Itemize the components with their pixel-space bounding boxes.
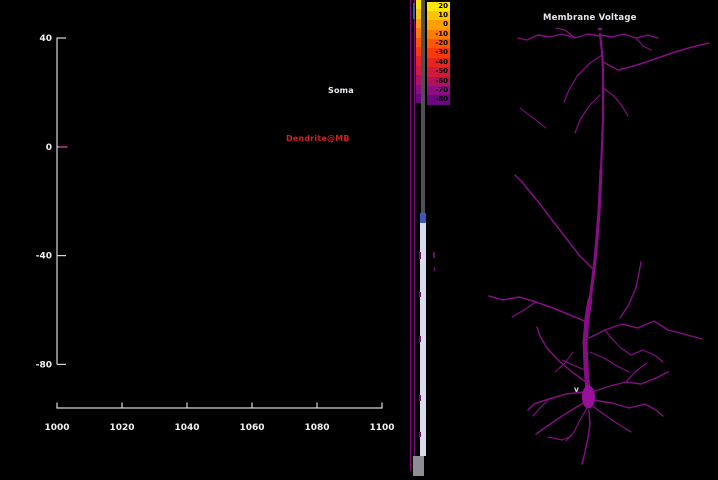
neuron-branch <box>604 329 664 363</box>
colorbar-entry: -10 <box>427 29 450 40</box>
x-tick-label: 1080 <box>304 423 329 433</box>
colorbar-entry: -50 <box>427 67 450 77</box>
neuron-branch <box>582 297 593 395</box>
mini-colorbar-block <box>415 65 421 76</box>
y-tick-label: -40 <box>36 252 52 262</box>
mini-colorbar-block <box>415 18 421 29</box>
voltage-graph-window[interactable]: 40 0 -40 -80 1000 1020 1040 1060 1080 1100 Soma D… <box>0 0 400 445</box>
soma-voltage-marker: v <box>574 385 579 394</box>
y-tick-label: 40 <box>39 34 52 44</box>
neuron-branch <box>588 168 603 302</box>
graph-axes: 40 0 -40 -80 1000 1020 1040 1060 1080 1100 <box>36 34 395 433</box>
sliver-dash <box>418 395 421 401</box>
neuron-branch <box>535 401 586 435</box>
sliver-line-a <box>409 0 412 471</box>
colorbar-entry: -60 <box>427 76 450 87</box>
sliver-dash <box>433 267 436 271</box>
neuron-branch <box>554 351 574 373</box>
neuron-branch <box>547 435 573 441</box>
sliver-dash <box>418 336 421 342</box>
neuron-branch <box>561 359 586 371</box>
neuron-branch <box>517 33 601 41</box>
neuron-soma <box>582 385 595 409</box>
y-tick-label: -80 <box>36 360 52 370</box>
mini-colorbar-block <box>415 46 421 57</box>
neuron-branch <box>589 351 630 373</box>
neuron-morphology <box>488 27 710 465</box>
neuron-branch <box>488 295 588 323</box>
neuron-branch <box>602 42 710 71</box>
neuron-branch <box>536 326 587 383</box>
y-tick-label: 0 <box>46 143 52 153</box>
colorbar-entry: -80 <box>427 95 450 105</box>
x-tick-label: 1000 <box>44 423 69 433</box>
neuron-branch <box>619 261 642 319</box>
colorbar-entry: 0 <box>427 20 450 30</box>
zero-tick-accent <box>58 146 68 148</box>
colorbar-entry: 20 <box>427 1 450 11</box>
mini-color-scale <box>415 0 421 104</box>
neuron-branch <box>588 320 703 340</box>
colorbar-entry: 10 <box>427 10 450 21</box>
x-tick-label: 1040 <box>174 423 199 433</box>
neuron-branch <box>602 87 629 117</box>
sliver-dash <box>418 252 421 259</box>
shape-plot-window[interactable]: Membrane Voltage v <box>450 0 718 480</box>
colorbar-entry: -20 <box>427 39 450 49</box>
mini-colorbar-block <box>415 56 421 66</box>
neuron-branch <box>519 107 547 129</box>
neuron-branch <box>635 37 652 51</box>
sliver-dash <box>418 432 421 437</box>
trace-label-dendrite: Dendrite@MB <box>286 134 350 143</box>
voltage-color-scale[interactable]: 20 10 0 -10 -20 -30 -40 -50 -60 -70 -80 <box>427 1 450 105</box>
mini-colorbar-block <box>415 28 421 38</box>
x-tick-label: 1020 <box>109 423 134 433</box>
neuron-branch <box>590 404 632 433</box>
neuron-branch <box>591 371 669 393</box>
neuron-branch <box>598 32 605 172</box>
neuron-branch <box>574 94 601 134</box>
mini-colorbar-block <box>415 0 421 10</box>
neuron-simulator-screen: 40 0 -40 -80 1000 1020 1040 1060 1080 1100 Soma D… <box>0 0 718 480</box>
trace-label-soma: Soma <box>328 86 354 95</box>
sliver-light-strip <box>420 223 426 456</box>
neuron-branch <box>563 54 603 103</box>
sliver-dash <box>418 292 421 297</box>
mini-colorbar-block <box>415 37 421 47</box>
sliver-bottom-blob <box>412 456 424 476</box>
neuron-branch <box>600 33 659 39</box>
neuron-branch <box>581 409 591 465</box>
colorbar-entry: -70 <box>427 86 450 96</box>
x-tick-label: 1060 <box>239 423 264 433</box>
mini-colorbar-block <box>415 93 421 104</box>
mini-colorbar-block <box>415 75 421 85</box>
sliver-blue-patch <box>419 213 426 223</box>
colorbar-entry: -30 <box>427 48 450 58</box>
mini-colorbar-block <box>415 9 421 19</box>
sliver-gray-strip <box>420 0 426 216</box>
mini-colorbar-block <box>415 84 421 94</box>
neuron-branch <box>565 407 588 442</box>
x-tick-label: 1100 <box>369 423 394 433</box>
neuron-branch <box>511 301 537 318</box>
neuron-branch <box>514 174 593 269</box>
sliver-dash <box>432 252 435 258</box>
colorbar-entry: -40 <box>427 57 450 68</box>
